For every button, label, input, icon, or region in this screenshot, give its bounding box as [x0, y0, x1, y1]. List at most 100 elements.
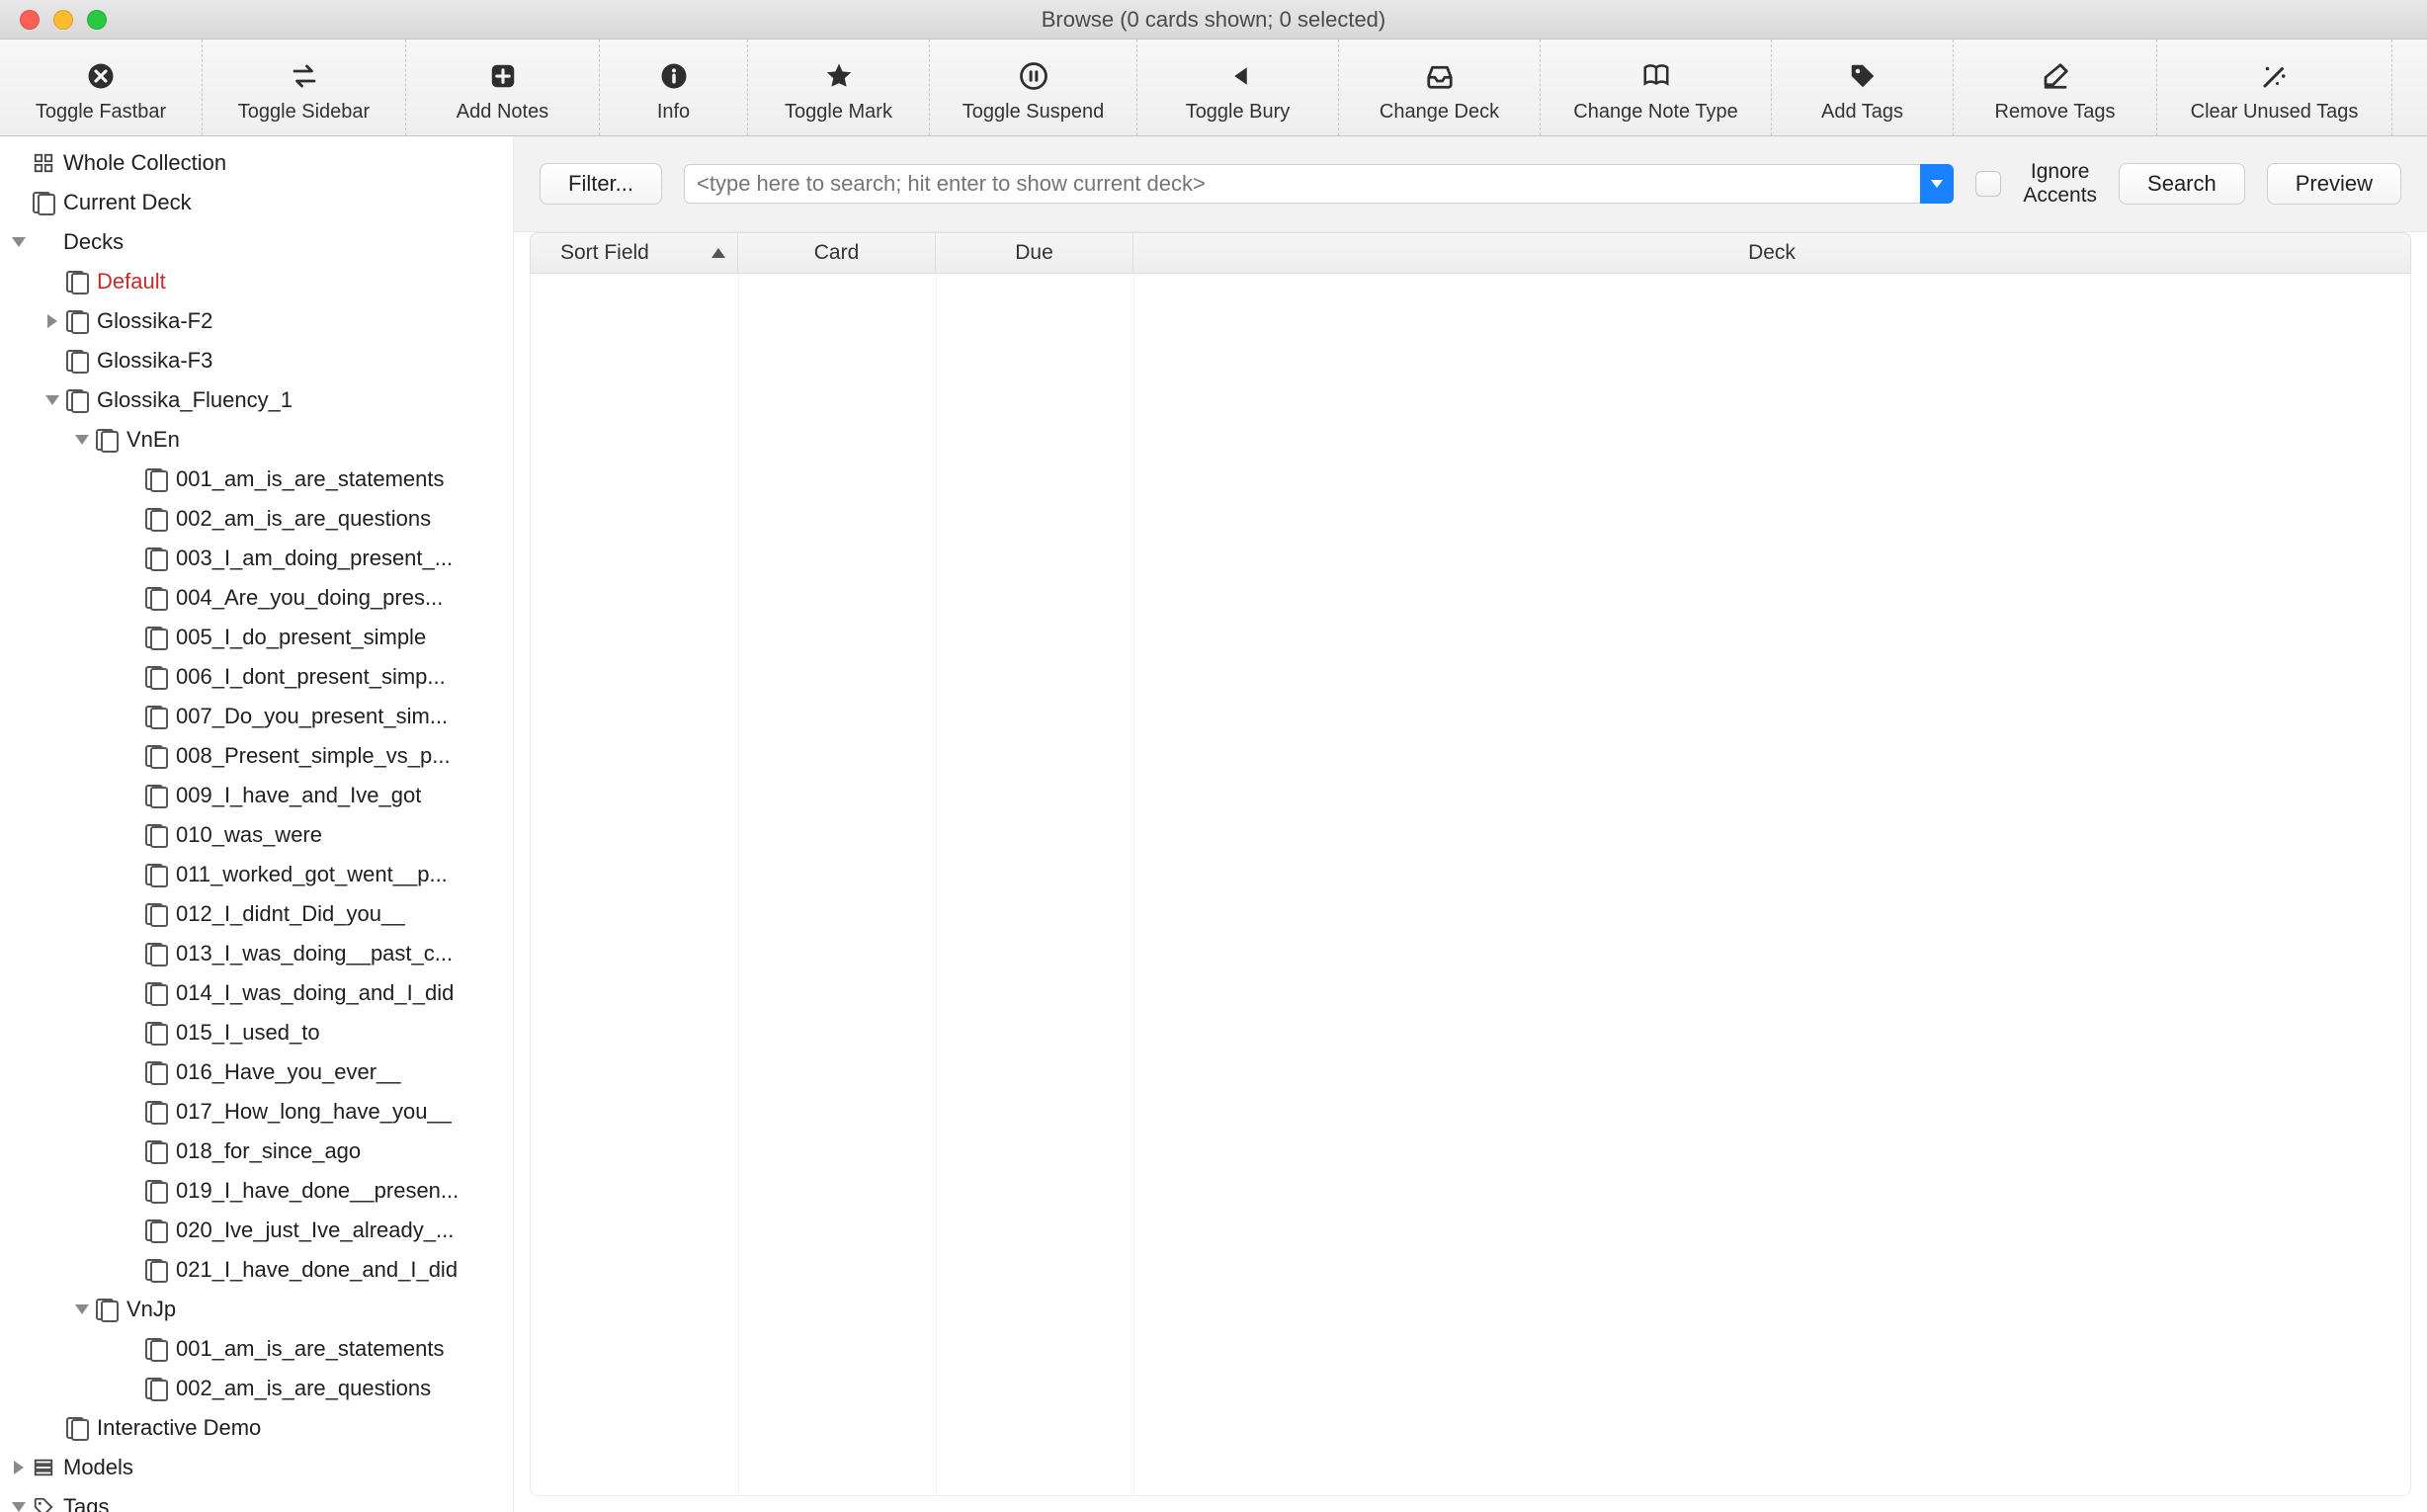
sidebar-deck-item[interactable]: VnJp: [0, 1290, 513, 1329]
tree-item-label: VnEn: [126, 427, 180, 453]
col-sort-field[interactable]: Sort Field: [531, 233, 738, 273]
disclosure-down-icon[interactable]: [8, 237, 30, 247]
toggle-sidebar-button[interactable]: Toggle Sidebar: [203, 40, 406, 135]
disclosure-down-icon[interactable]: [42, 395, 63, 405]
table-body-empty: [530, 274, 2411, 1496]
toggle-suspend-button[interactable]: Toggle Suspend: [930, 40, 1137, 135]
clear-unused-tags-button[interactable]: Clear Unused Tags: [2157, 40, 2392, 135]
toolbar-label: Add Notes: [457, 101, 548, 124]
sidebar-deck-item[interactable]: 018_for_since_ago: [0, 1132, 513, 1171]
book-icon: [1641, 57, 1671, 95]
sidebar-deck-item[interactable]: 017_How_long_have_you__: [0, 1092, 513, 1132]
tree-item-label: Tags: [63, 1494, 109, 1512]
sidebar-deck-item[interactable]: 021_I_have_done_and_I_did: [0, 1250, 513, 1290]
sidebar-deck-item[interactable]: 001_am_is_are_statements: [0, 460, 513, 499]
tree-item-label: 013_I_was_doing__past_c...: [176, 941, 453, 966]
disclosure-down-icon[interactable]: [8, 1502, 30, 1512]
search-history-dropdown[interactable]: [1920, 164, 1954, 204]
sidebar-decks[interactable]: Decks: [0, 222, 513, 262]
sidebar-deck-item[interactable]: 011_worked_got_went__p...: [0, 855, 513, 894]
tree-item-label: Glossika_Fluency_1: [97, 387, 293, 413]
window-title: Browse (0 cards shown; 0 selected): [0, 7, 2427, 33]
change-deck-button[interactable]: Change Deck: [1339, 40, 1541, 135]
deck-icon: [142, 1219, 170, 1241]
add-notes-button[interactable]: Add Notes: [406, 40, 600, 135]
toolbar-label: Remove Tags: [1995, 101, 2116, 124]
deck-icon: [30, 192, 57, 213]
add-tags-button[interactable]: Add Tags: [1772, 40, 1954, 135]
sidebar-deck-item[interactable]: 002_am_is_are_questions: [0, 1369, 513, 1408]
disclosure-right-icon[interactable]: [8, 1461, 30, 1474]
traffic-lights: [0, 10, 107, 30]
tree-item-label: 010_was_were: [176, 822, 322, 848]
remove-tags-button[interactable]: Remove Tags: [1954, 40, 2157, 135]
deck-icon: [142, 824, 170, 846]
sidebar-deck-item[interactable]: Glossika-F3: [0, 341, 513, 380]
sidebar-deck-item[interactable]: 003_I_am_doing_present_...: [0, 539, 513, 578]
toggle-mark-button[interactable]: Toggle Mark: [748, 40, 930, 135]
deck-icon: [142, 547, 170, 569]
minimize-window-button[interactable]: [53, 10, 73, 30]
deck-icon: [142, 745, 170, 767]
sidebar-deck-item[interactable]: Interactive Demo: [0, 1408, 513, 1448]
sidebar-deck-item[interactable]: Default: [0, 262, 513, 301]
sidebar-deck-item[interactable]: 002_am_is_are_questions: [0, 499, 513, 539]
tree-item-label: 006_I_dont_present_simp...: [176, 664, 446, 690]
sidebar-deck-item[interactable]: 004_Are_you_doing_pres...: [0, 578, 513, 618]
preview-button[interactable]: Preview: [2267, 163, 2401, 205]
sidebar-deck-item[interactable]: 007_Do_you_present_sim...: [0, 697, 513, 736]
sidebar-deck-item[interactable]: 001_am_is_are_statements: [0, 1329, 513, 1369]
disclosure-right-icon[interactable]: [42, 314, 63, 328]
toggle-bury-button[interactable]: Toggle Bury: [1137, 40, 1339, 135]
col-label: Due: [1015, 241, 1053, 265]
sidebar-deck-item[interactable]: 005_I_do_present_simple: [0, 618, 513, 657]
filter-button[interactable]: Filter...: [540, 163, 662, 205]
sidebar-tags[interactable]: Tags: [0, 1487, 513, 1512]
sidebar-deck-item[interactable]: 008_Present_simple_vs_p...: [0, 736, 513, 776]
col-label: Sort Field: [560, 241, 649, 265]
close-window-button[interactable]: [20, 10, 40, 30]
sidebar-deck-item[interactable]: 012_I_didnt_Did_you__: [0, 894, 513, 934]
ignore-accents-checkbox[interactable]: [1975, 171, 2001, 197]
sidebar-deck-item[interactable]: 013_I_was_doing__past_c...: [0, 934, 513, 973]
sidebar-deck-item[interactable]: 019_I_have_done__presen...: [0, 1171, 513, 1211]
sidebar-deck-item[interactable]: Glossika_Fluency_1: [0, 380, 513, 420]
search-button[interactable]: Search: [2119, 163, 2245, 205]
deck-icon: [63, 1417, 91, 1439]
delete-note-button[interactable]: Delete Note: [2392, 40, 2427, 135]
deck-icon: [142, 1061, 170, 1083]
tree-item-label: 012_I_didnt_Did_you__: [176, 901, 405, 927]
disclosure-down-icon[interactable]: [71, 1304, 93, 1314]
sidebar-deck-item[interactable]: VnEn: [0, 420, 513, 460]
sidebar-deck-item[interactable]: 016_Have_you_ever__: [0, 1052, 513, 1092]
deck-icon: [63, 310, 91, 332]
pause-icon: [1019, 57, 1048, 95]
sidebar-deck-item[interactable]: 014_I_was_doing_and_I_did: [0, 973, 513, 1013]
tree-item-label: 002_am_is_are_questions: [176, 506, 431, 532]
sidebar-deck-item[interactable]: 020_Ive_just_Ive_already_...: [0, 1211, 513, 1250]
col-deck[interactable]: Deck: [1133, 233, 2410, 273]
tree-item-label: 011_worked_got_went__p...: [176, 862, 448, 887]
search-input[interactable]: [684, 164, 1920, 204]
toggle-fastbar-button[interactable]: Toggle Fastbar: [0, 40, 203, 135]
sort-ascending-icon: [711, 248, 725, 258]
sidebar-deck-item[interactable]: 009_I_have_and_Ive_got: [0, 776, 513, 815]
zoom-window-button[interactable]: [87, 10, 107, 30]
sidebar-deck-item[interactable]: Glossika-F2: [0, 301, 513, 341]
sidebar-deck-item[interactable]: 015_I_used_to: [0, 1013, 513, 1052]
deck-icon: [93, 429, 121, 451]
sidebar-models[interactable]: Models: [0, 1448, 513, 1487]
col-card[interactable]: Card: [738, 233, 936, 273]
sidebar-current-deck[interactable]: Current Deck: [0, 183, 513, 222]
disclosure-down-icon[interactable]: [71, 435, 93, 445]
deck-icon: [142, 666, 170, 688]
sidebar-whole-collection[interactable]: Whole Collection: [0, 143, 513, 183]
grid-icon: [30, 152, 57, 174]
sidebar-deck-item[interactable]: 010_was_were: [0, 815, 513, 855]
col-due[interactable]: Due: [936, 233, 1133, 273]
change-note-type-button[interactable]: Change Note Type: [1541, 40, 1772, 135]
deck-icon: [142, 1140, 170, 1162]
swap-icon: [290, 57, 319, 95]
info-button[interactable]: Info: [600, 40, 748, 135]
sidebar-deck-item[interactable]: 006_I_dont_present_simp...: [0, 657, 513, 697]
